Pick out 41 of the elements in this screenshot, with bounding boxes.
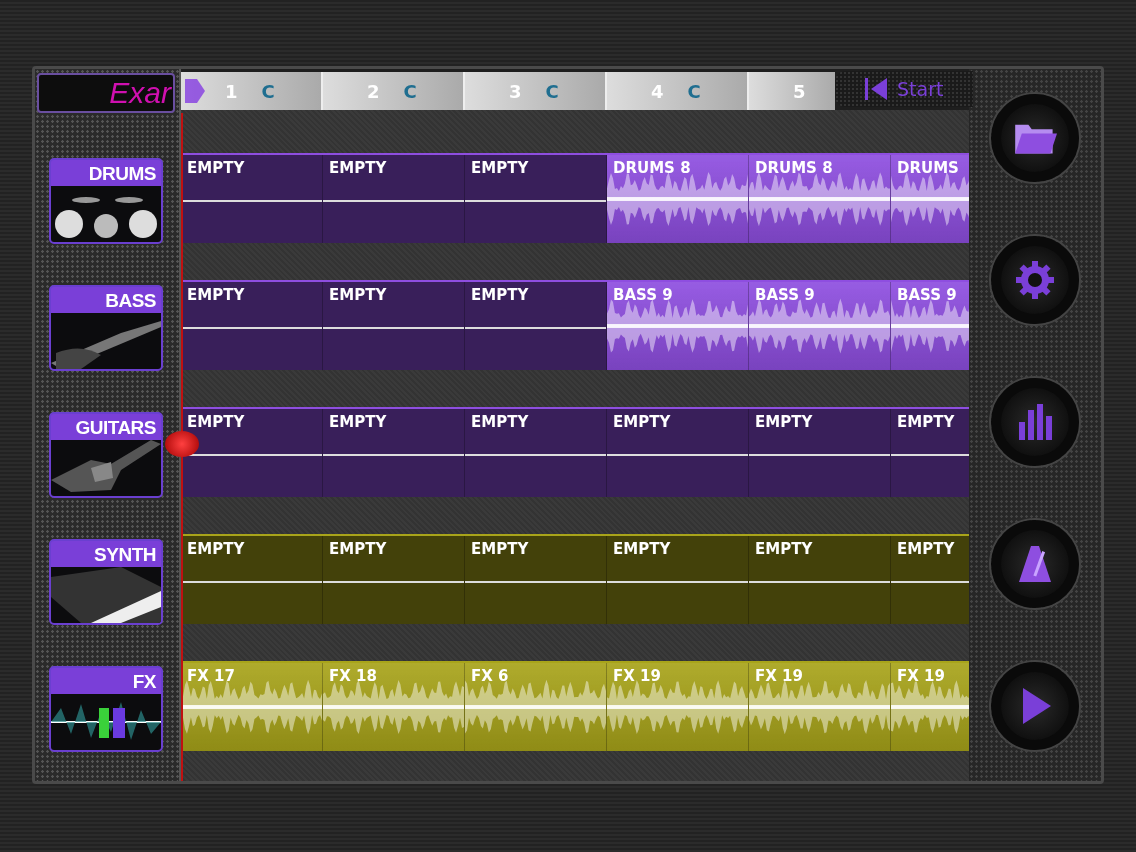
instrument-button[interactable]: GUITARS	[49, 412, 163, 498]
project-name-field[interactable]: Exar	[37, 73, 175, 113]
clip[interactable]: EMPTY	[323, 409, 465, 497]
clip[interactable]: EMPTY	[749, 536, 891, 624]
loop-marker-icon	[183, 77, 207, 105]
bar-key: C	[403, 80, 417, 102]
play-button[interactable]	[991, 662, 1079, 750]
bar-key: C	[261, 80, 275, 102]
bar-key: C	[545, 80, 559, 102]
clip[interactable]: EMPTY	[891, 409, 969, 497]
clip[interactable]: BASS 9	[749, 282, 891, 370]
clip[interactable]: EMPTY	[891, 536, 969, 624]
clip[interactable]: EMPTY	[323, 282, 465, 370]
clip[interactable]: DRUMS 8	[607, 155, 749, 243]
open-folder-button[interactable]	[991, 94, 1079, 182]
metronome-button[interactable]	[991, 520, 1079, 608]
instrument-button[interactable]: DRUMS	[49, 158, 163, 244]
skip-to-start-icon	[865, 78, 887, 100]
clip[interactable]: EMPTY	[465, 536, 607, 624]
clip[interactable]: EMPTY	[323, 155, 465, 243]
mixer-button[interactable]	[991, 378, 1079, 466]
clip[interactable]: EMPTY	[749, 409, 891, 497]
settings-icon	[1013, 260, 1057, 300]
instrument-button[interactable]: SYNTH	[49, 539, 163, 625]
settings-button[interactable]	[991, 236, 1079, 324]
clip[interactable]: BASS 9	[607, 282, 749, 370]
clip[interactable]: EMPTY	[181, 409, 323, 497]
clip[interactable]: EMPTY	[607, 536, 749, 624]
clip[interactable]: EMPTY	[465, 155, 607, 243]
bar-key: C	[687, 80, 701, 102]
clip[interactable]: EMPTY	[181, 536, 323, 624]
clip[interactable]: DRUMS 8	[749, 155, 891, 243]
instrument-button[interactable]: BASS	[49, 285, 163, 371]
clip[interactable]: EMPTY	[607, 409, 749, 497]
bar-number: 5	[793, 80, 806, 102]
clip[interactable]: EMPTY	[181, 282, 323, 370]
clip[interactable]: EMPTY	[181, 155, 323, 243]
clip[interactable]: EMPTY	[465, 282, 607, 370]
clip[interactable]: EMPTY	[323, 536, 465, 624]
instrument-button[interactable]: FX	[49, 666, 163, 752]
clip[interactable]: EMPTY	[465, 409, 607, 497]
